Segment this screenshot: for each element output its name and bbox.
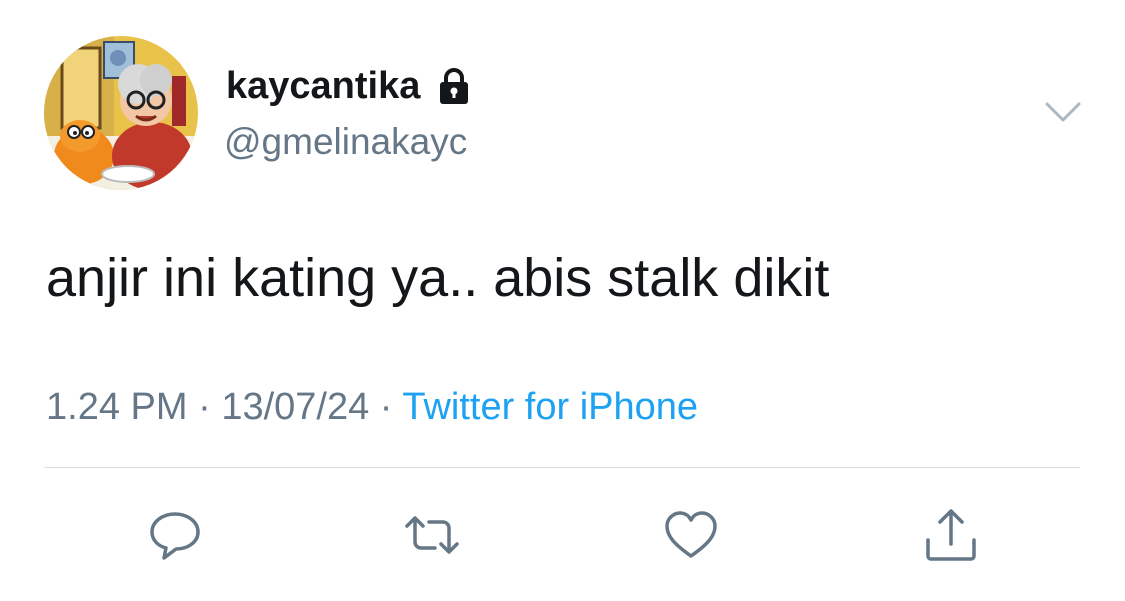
tweet-time[interactable]: 1.24 PM xyxy=(46,386,188,428)
heart-icon xyxy=(665,511,717,558)
avatar[interactable] xyxy=(44,36,198,190)
share-icon xyxy=(926,509,976,561)
tweet-source-link[interactable]: Twitter for iPhone xyxy=(402,386,698,428)
share-button[interactable] xyxy=(922,506,980,564)
meta-separator: · xyxy=(187,386,222,428)
display-name-row[interactable]: kaycantika xyxy=(226,64,474,108)
meta-separator: · xyxy=(369,386,403,428)
user-handle[interactable]: @gmelinakayc xyxy=(224,120,467,164)
divider xyxy=(44,467,1080,468)
reply-icon xyxy=(150,512,200,560)
tweet-date[interactable]: 13/07/24 xyxy=(221,386,369,428)
chevron-down-icon[interactable] xyxy=(1044,96,1082,126)
tweet-meta: 1.24 PM · 13/07/24 · Twitter for iPhone xyxy=(46,384,698,430)
display-name[interactable]: kaycantika xyxy=(226,64,420,108)
reply-button[interactable] xyxy=(146,506,204,564)
retweet-icon xyxy=(405,516,459,554)
tweet-text: anjir ini kating ya.. abis stalk dikit xyxy=(46,248,830,308)
lock-icon xyxy=(434,66,474,106)
retweet-button[interactable] xyxy=(403,506,461,564)
like-button[interactable] xyxy=(662,506,720,564)
